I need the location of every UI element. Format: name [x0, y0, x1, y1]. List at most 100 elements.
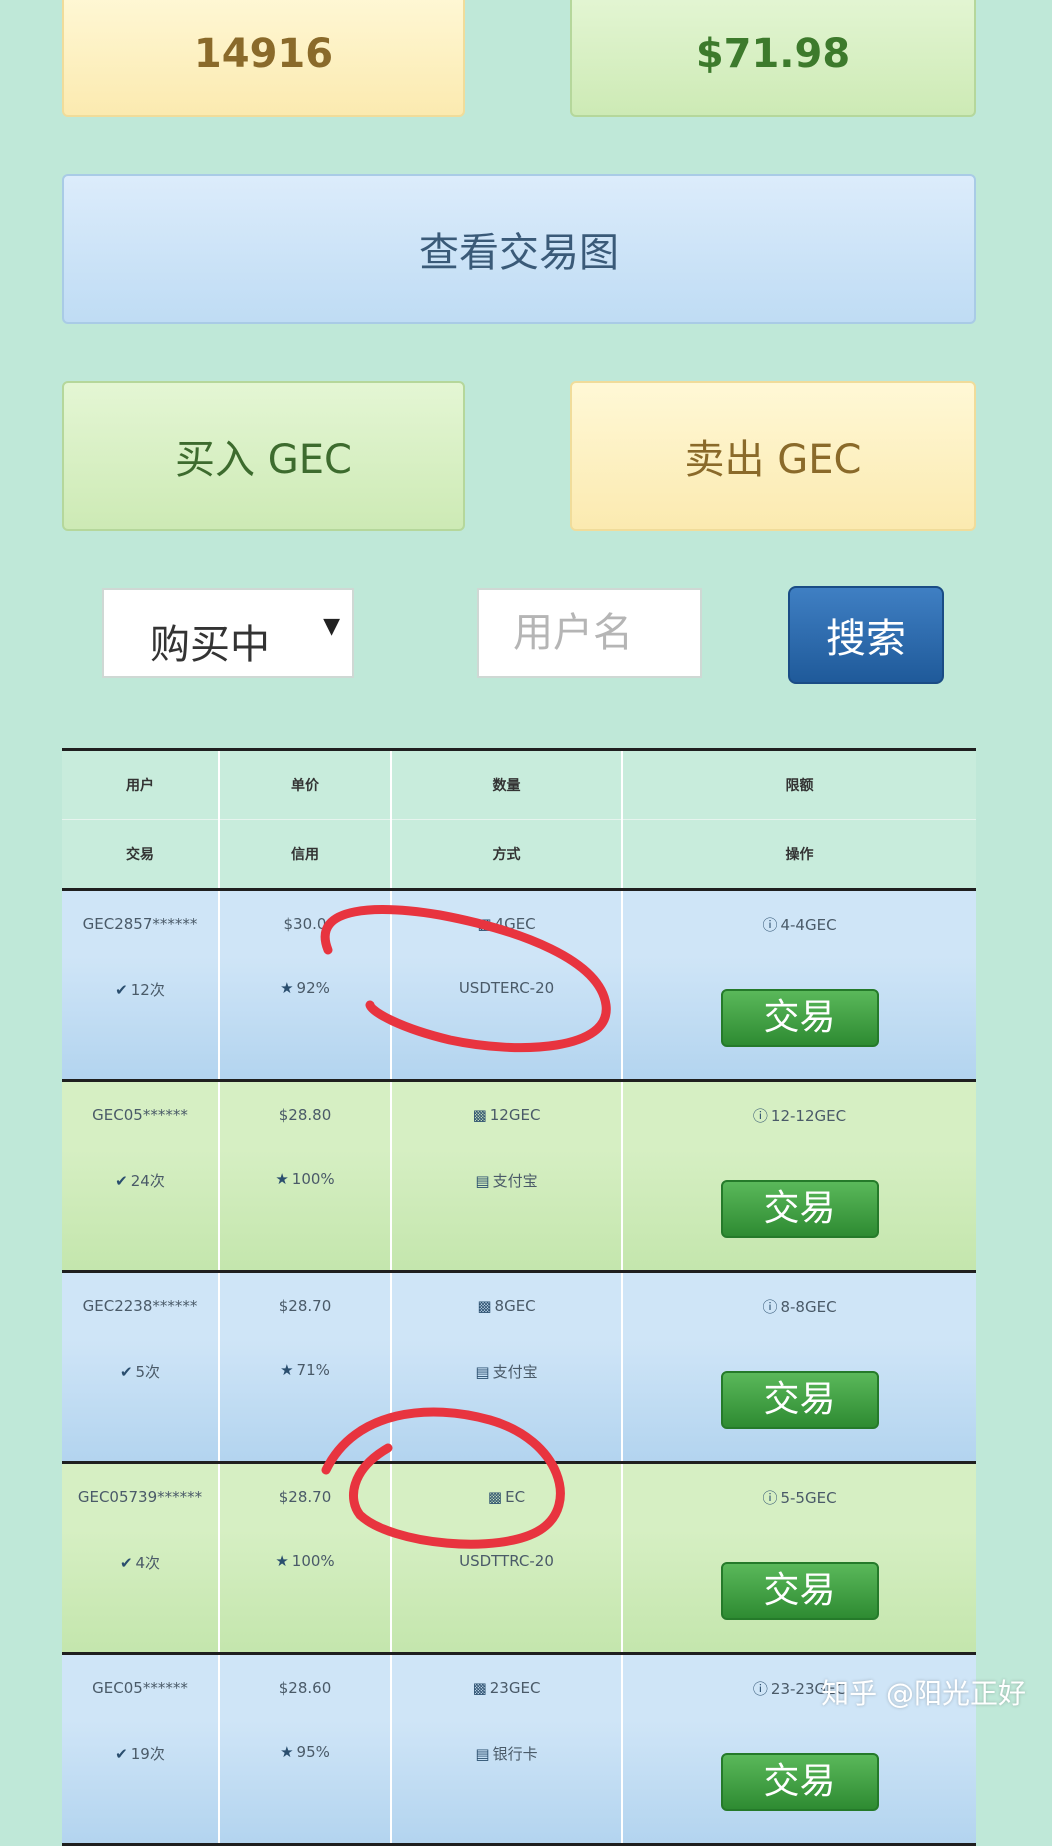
- star-icon: ★: [280, 1743, 294, 1761]
- order-credit: ★ 100%: [219, 1148, 392, 1272]
- credit-value: 95%: [296, 1743, 330, 1761]
- order-trades: ✔ 12次: [62, 957, 220, 1081]
- order-credit: ★ 100%: [219, 1530, 392, 1654]
- table-row: ✔ 19次 ★ 95% ▤ 银行卡 交易: [62, 1721, 976, 1845]
- quantity-value: 4GEC: [494, 915, 536, 933]
- check-circle-icon: ✔: [119, 1363, 133, 1381]
- search-label: 搜索: [826, 616, 906, 662]
- table-header-row: 用户 单价 数量 限额: [62, 749, 976, 820]
- limit-value: 5-5GEC: [780, 1488, 837, 1507]
- check-circle-icon: ✔: [115, 1172, 128, 1190]
- quantity-value: EC: [505, 1488, 526, 1506]
- star-icon: ★: [280, 1361, 294, 1379]
- watermark: 知乎 @阳光正好: [821, 1677, 1026, 1710]
- order-quantity: ▩ 4GEC: [391, 889, 623, 957]
- order-limit: ⓘ 5-5GEC: [622, 1462, 976, 1530]
- price-value: $71.98: [695, 30, 851, 77]
- table-row: ✔ 12次 ★ 92% USDTERC-20 交易: [62, 957, 976, 1081]
- star-icon: ★: [280, 979, 294, 997]
- star-icon: ★: [275, 1170, 289, 1188]
- info-icon: ⓘ: [752, 1106, 768, 1125]
- order-quantity: ▩ 23GEC: [391, 1653, 623, 1721]
- info-icon: ⓘ: [762, 1297, 778, 1316]
- method-value: USDTTRC-20: [459, 1552, 554, 1570]
- check-circle-icon: ✔: [115, 1745, 128, 1763]
- star-icon: ★: [275, 1552, 289, 1570]
- status-select[interactable]: 购买中 ▼: [102, 588, 354, 678]
- trade-button[interactable]: 交易: [720, 1753, 879, 1811]
- header-credit: 信用: [219, 819, 392, 891]
- order-trades: ✔ 5次: [62, 1339, 220, 1463]
- trades-value: 5次: [135, 1363, 161, 1381]
- header-trades: 交易: [62, 819, 220, 891]
- order-user: GEC05******: [62, 1653, 220, 1721]
- info-icon: ⓘ: [752, 1679, 768, 1698]
- info-icon: ⓘ: [762, 1488, 778, 1507]
- table-header-row: 交易 信用 方式 操作: [62, 819, 976, 891]
- username-input[interactable]: [477, 588, 702, 678]
- quantity-value: 23GEC: [489, 1679, 541, 1697]
- method-value: 银行卡: [492, 1745, 538, 1763]
- trade-button[interactable]: 交易: [720, 1562, 879, 1620]
- method-value: USDTERC-20: [458, 979, 555, 997]
- view-chart-button[interactable]: 查看交易图: [62, 174, 976, 324]
- buy-gec-button[interactable]: 买入 GEC: [62, 381, 465, 531]
- order-quantity: ▩ 8GEC: [391, 1271, 623, 1339]
- quantity-value: 12GEC: [489, 1106, 541, 1124]
- card-icon: ▤: [475, 1745, 490, 1763]
- header-method: 方式: [391, 819, 623, 891]
- order-trades: ✔ 19次: [62, 1721, 220, 1845]
- order-trades: ✔ 4次: [62, 1530, 220, 1654]
- order-limit: ⓘ 8-8GEC: [622, 1271, 976, 1339]
- table-row: ✔ 24次 ★ 100% ▤ 支付宝 交易: [62, 1148, 976, 1272]
- card-icon: ▤: [475, 1172, 490, 1190]
- method-value: 支付宝: [492, 1172, 538, 1190]
- search-button[interactable]: 搜索: [788, 586, 944, 684]
- order-price: $28.70: [219, 1271, 392, 1339]
- limit-value: 8-8GEC: [780, 1297, 837, 1316]
- trades-value: 12次: [130, 981, 165, 999]
- credit-value: 92%: [296, 979, 330, 997]
- order-method: ▤ 支付宝: [391, 1339, 623, 1463]
- order-method: ▤ 支付宝: [391, 1148, 623, 1272]
- order-credit: ★ 95%: [219, 1721, 392, 1845]
- credit-value: 100%: [291, 1552, 335, 1570]
- card-icon: ▤: [475, 1363, 490, 1381]
- table-row: ✔ 5次 ★ 71% ▤ 支付宝 交易: [62, 1339, 976, 1463]
- sell-gec-button[interactable]: 卖出 GEC: [570, 381, 976, 531]
- available-balance-card: 14916: [62, 0, 465, 117]
- order-user: GEC05739******: [62, 1462, 220, 1530]
- header-action: 操作: [622, 819, 976, 891]
- order-trades: ✔ 24次: [62, 1148, 220, 1272]
- order-method: USDTERC-20: [391, 957, 623, 1081]
- dropdown-arrow-icon: ▼: [323, 614, 340, 639]
- limit-value: 12-12GEC: [770, 1106, 847, 1125]
- check-circle-icon: ✔: [115, 981, 128, 999]
- trade-button[interactable]: 交易: [720, 1180, 879, 1238]
- header-price: 单价: [219, 749, 392, 820]
- order-method: ▤ 银行卡: [391, 1721, 623, 1845]
- info-icon: ⓘ: [762, 915, 778, 934]
- view-chart-label: 查看交易图: [419, 230, 619, 276]
- trades-value: 4次: [135, 1554, 161, 1572]
- order-quantity: ▩ 12GEC: [391, 1080, 623, 1148]
- trade-button[interactable]: 交易: [720, 1371, 879, 1429]
- balance-value: 14916: [193, 30, 334, 77]
- method-value: 支付宝: [492, 1363, 538, 1381]
- order-action: 交易: [622, 1148, 976, 1272]
- order-action: 交易: [622, 957, 976, 1081]
- order-credit: ★ 92%: [219, 957, 392, 1081]
- trades-value: 24次: [130, 1172, 165, 1190]
- bar-chart-icon: ▩: [477, 1297, 492, 1315]
- header-user: 用户: [62, 749, 220, 820]
- order-price: $28.60: [219, 1653, 392, 1721]
- bar-chart-icon: ▩: [477, 915, 492, 933]
- table-row: GEC2238****** $28.70 ▩ 8GEC ⓘ 8-8GEC: [62, 1271, 976, 1339]
- credit-value: 100%: [291, 1170, 335, 1188]
- order-price: $28.70: [219, 1462, 392, 1530]
- order-price: $28.80: [219, 1080, 392, 1148]
- header-limit: 限额: [622, 749, 976, 820]
- trade-button[interactable]: 交易: [720, 989, 879, 1047]
- status-select-value: 购买中: [150, 622, 270, 668]
- table-row: GEC05739****** $28.70 ▩ EC ⓘ 5-5GEC: [62, 1462, 976, 1530]
